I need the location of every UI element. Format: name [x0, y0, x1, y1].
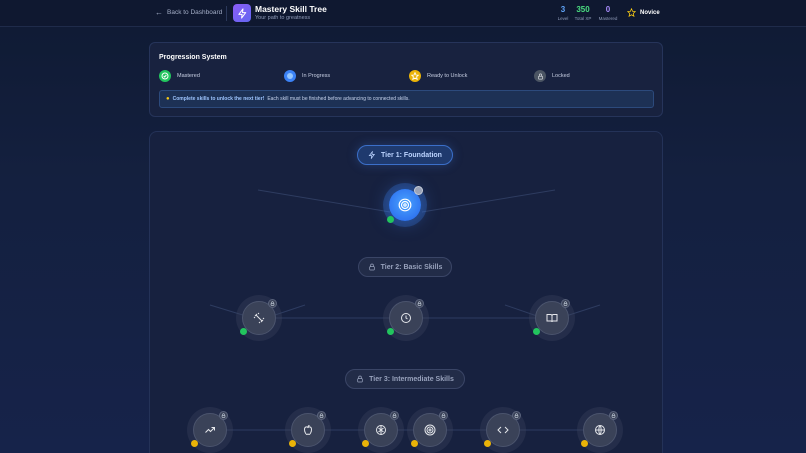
progression-title: Progression System: [159, 54, 227, 61]
check-icon: [159, 70, 171, 82]
status-dot: [289, 440, 296, 447]
tier-1-pill[interactable]: Tier 1: Foundation: [357, 145, 453, 165]
stat-mastered-value: 0: [605, 5, 611, 14]
stat-mastered-label: Mastered: [598, 16, 618, 21]
lock-icon: [268, 299, 277, 308]
lock-icon: [415, 299, 424, 308]
dumbbell-icon: [253, 312, 265, 324]
info-text: Each skill must be finished before advan…: [267, 96, 410, 102]
legend-mastered-label: Mastered: [177, 73, 200, 79]
tier-3-label: Tier 3: Intermediate Skills: [369, 375, 454, 383]
arrow-left-icon: ←: [155, 8, 163, 17]
back-to-dashboard-link[interactable]: ← Back to Dashboard: [155, 8, 222, 17]
stat-mastered: 0 Mastered: [597, 5, 619, 21]
brain-icon: [376, 425, 386, 435]
progression-panel: Progression System Mastered In Progress …: [149, 42, 663, 117]
lock-icon: [317, 411, 326, 420]
status-dot: [191, 440, 198, 447]
stat-xp-label: Total XP: [574, 16, 592, 21]
header-divider: [226, 6, 227, 21]
status-dot: [362, 440, 369, 447]
rank-badge: Novice: [627, 8, 660, 17]
status-dot: [387, 328, 394, 335]
status-dot: [581, 440, 588, 447]
info-bold: Complete skills to unlock the next tier!: [172, 96, 265, 102]
star-icon: [627, 8, 636, 17]
lock-icon: [390, 411, 399, 420]
rank-label: Novice: [640, 9, 660, 16]
lock-icon: [368, 263, 375, 271]
lock-icon: [512, 411, 521, 420]
stat-xp-value: 350: [576, 5, 590, 14]
target-icon: [398, 198, 412, 212]
star-icon: [409, 70, 421, 82]
stat-level-label: Level: [557, 16, 569, 21]
dot-icon: [284, 70, 296, 82]
apple-icon: [303, 425, 313, 436]
legend-locked: Locked: [534, 70, 570, 82]
legend-in-progress: In Progress: [284, 70, 330, 82]
globe-icon: [595, 425, 605, 435]
legend-ready: Ready to Unlock: [409, 70, 467, 82]
code-icon: [497, 426, 509, 434]
lock-icon: [561, 299, 570, 308]
legend-mastered: Mastered: [159, 70, 200, 82]
top-header: ← Back to Dashboard Mastery Skill Tree Y…: [0, 0, 806, 27]
zap-icon: [368, 151, 376, 159]
status-dot: [387, 216, 394, 223]
lock-icon: [609, 411, 618, 420]
page-title: Mastery Skill Tree: [255, 4, 327, 14]
page-subtitle: Your path to greatness: [255, 15, 311, 21]
tier-3-pill[interactable]: Tier 3: Intermediate Skills: [345, 369, 465, 389]
tier-2-label: Tier 2: Basic Skills: [380, 263, 443, 271]
status-dot: [411, 440, 418, 447]
stat-xp: 350 Total XP: [572, 5, 594, 21]
status-dot: [533, 328, 540, 335]
legend-ready-label: Ready to Unlock: [427, 73, 468, 79]
tier-1-label: Tier 1: Foundation: [381, 151, 442, 159]
status-dot: [240, 328, 247, 335]
zap-icon: [233, 4, 251, 22]
clock-icon: [401, 313, 411, 323]
trending-up-icon: [205, 427, 215, 433]
skill-tree-panel: [149, 131, 663, 453]
stat-level-value: 3: [560, 5, 566, 14]
target-icon: [424, 424, 436, 436]
lock-icon: [357, 375, 363, 383]
legend-in-progress-label: In Progress: [302, 73, 331, 79]
lock-icon: [439, 411, 448, 420]
lock-badge: [414, 186, 423, 195]
status-dot: [484, 440, 491, 447]
stat-level: 3 Level: [556, 5, 570, 21]
back-label: Back to Dashboard: [167, 9, 223, 16]
lock-icon: [534, 70, 546, 82]
tier-2-pill[interactable]: Tier 2: Basic Skills: [358, 257, 452, 277]
book-icon: [546, 314, 558, 323]
lightbulb-icon: ●: [166, 96, 170, 102]
legend-locked-label: Locked: [552, 73, 570, 79]
lock-icon: [219, 411, 228, 420]
info-banner: ● Complete skills to unlock the next tie…: [159, 90, 654, 108]
